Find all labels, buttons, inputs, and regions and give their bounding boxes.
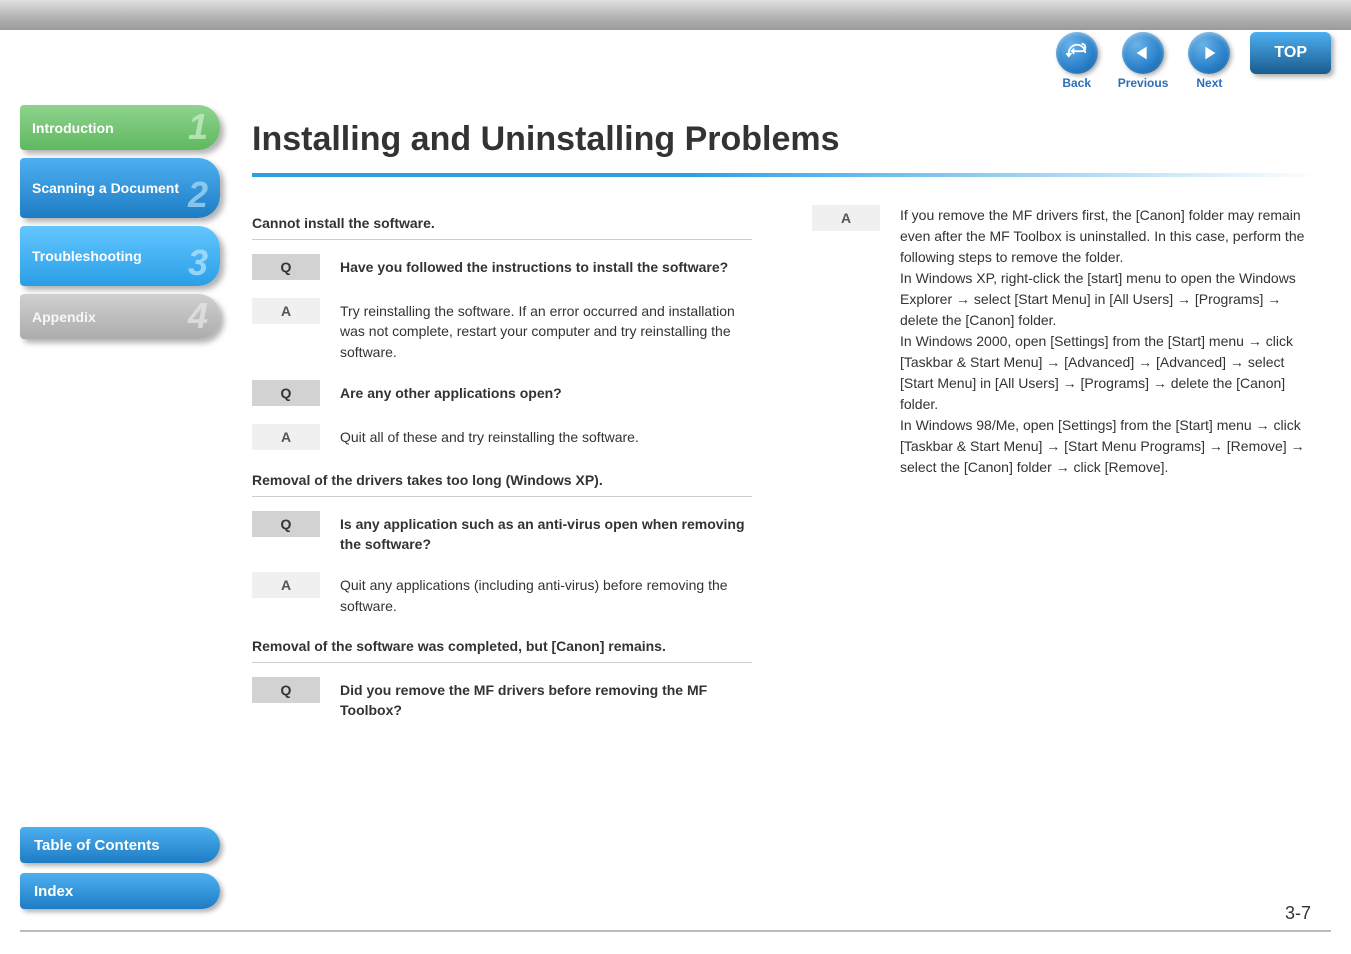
top-button[interactable]: TOP <box>1250 32 1331 74</box>
sidebar-item-label: Introduction <box>32 120 114 136</box>
section-heading: Removal of the software was completed, b… <box>252 634 752 663</box>
a-label: A <box>252 572 320 598</box>
next-button[interactable] <box>1188 32 1230 74</box>
q-label: Q <box>252 511 320 537</box>
right-column: A If you remove the MF drivers first, th… <box>812 205 1321 739</box>
a-text: Quit all of these and try reinstalling t… <box>340 424 639 447</box>
back-item: Back <box>1056 32 1098 90</box>
a-text: Quit any applications (including anti-vi… <box>340 572 752 616</box>
q-text: Are any other applications open? <box>340 380 562 403</box>
a-label: A <box>252 298 320 324</box>
qa-row: Q Did you remove the MF drivers before r… <box>252 677 752 721</box>
sidebar-item-num: 3 <box>188 242 208 284</box>
sidebar-item-num: 1 <box>188 106 208 148</box>
q-label: Q <box>252 677 320 703</box>
back-arrow-icon <box>1066 42 1088 64</box>
qa-row: A Quit all of these and try reinstalling… <box>252 424 752 450</box>
sidebar-item-label: Appendix <box>32 309 96 325</box>
columns: Cannot install the software. Q Have you … <box>252 205 1321 739</box>
footer-line <box>20 930 1331 932</box>
q-label: Q <box>252 380 320 406</box>
sidebar-item-num: 2 <box>188 174 208 216</box>
qa-row: Q Are any other applications open? <box>252 380 752 406</box>
page-title: Installing and Uninstalling Problems <box>252 120 1321 159</box>
next-item: Next <box>1188 32 1230 90</box>
sidebar-item-troubleshooting[interactable]: Troubleshooting 3 <box>20 226 220 286</box>
back-label: Back <box>1062 76 1091 90</box>
qa-row: A Try reinstalling the software. If an e… <box>252 298 752 362</box>
sidebar-item-num: 4 <box>188 295 208 337</box>
left-column: Cannot install the software. Q Have you … <box>252 205 752 739</box>
top-gradient-bar <box>0 0 1351 30</box>
sidebar-item-introduction[interactable]: Introduction 1 <box>20 105 220 150</box>
page-number: 3-7 <box>1285 903 1311 924</box>
previous-item: Previous <box>1118 32 1169 90</box>
q-label: Q <box>252 254 320 280</box>
back-button[interactable] <box>1056 32 1098 74</box>
content: Installing and Uninstalling Problems Can… <box>252 120 1321 739</box>
sidebar-item-label: Scanning a Document <box>32 180 179 196</box>
next-arrow-icon <box>1198 42 1220 64</box>
toolbar: Back Previous Next TOP <box>1056 32 1331 90</box>
a-label: A <box>812 205 880 231</box>
sidebar-item-appendix[interactable]: Appendix 4 <box>20 294 220 339</box>
sidebar: Introduction 1 Scanning a Document 2 Tro… <box>20 105 220 347</box>
previous-arrow-icon <box>1132 42 1154 64</box>
previous-label: Previous <box>1118 76 1169 90</box>
toc-button[interactable]: Table of Contents <box>20 827 220 863</box>
section-heading: Cannot install the software. <box>252 211 752 240</box>
bottom-links: Table of Contents Index <box>20 827 220 919</box>
sidebar-item-label: Troubleshooting <box>32 248 142 264</box>
qa-row: Q Is any application such as an anti-vir… <box>252 511 752 555</box>
q-text: Is any application such as an anti-virus… <box>340 511 752 555</box>
previous-button[interactable] <box>1122 32 1164 74</box>
section-heading: Removal of the drivers takes too long (W… <box>252 468 752 497</box>
a-text: Try reinstalling the software. If an err… <box>340 298 752 362</box>
sidebar-item-scanning[interactable]: Scanning a Document 2 <box>20 158 220 218</box>
title-rule <box>252 173 1321 177</box>
q-text: Did you remove the MF drivers before rem… <box>340 677 752 721</box>
next-label: Next <box>1196 76 1222 90</box>
a-label: A <box>252 424 320 450</box>
right-answer-text: If you remove the MF drivers first, the … <box>900 205 1321 478</box>
q-text: Have you followed the instructions to in… <box>340 254 728 277</box>
qa-row: A Quit any applications (including anti-… <box>252 572 752 616</box>
index-button[interactable]: Index <box>20 873 220 909</box>
qa-row: Q Have you followed the instructions to … <box>252 254 752 280</box>
